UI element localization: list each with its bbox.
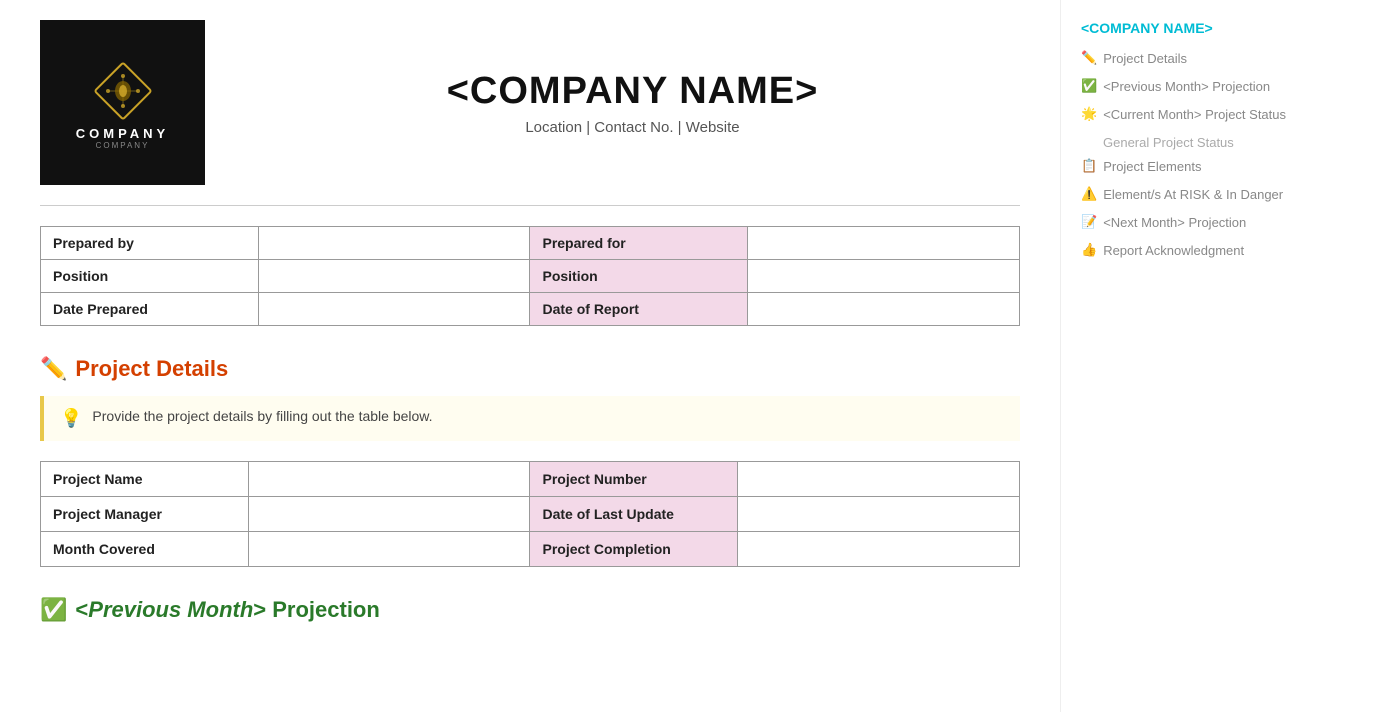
prepared-by-value[interactable] <box>258 227 530 260</box>
project-details-emoji: ✏️ <box>40 356 67 382</box>
sidebar-next-month-label: <Next Month> Projection <box>1103 214 1246 232</box>
project-number-value[interactable] <box>738 462 1020 497</box>
pencil-icon: ✏️ <box>1081 50 1097 66</box>
logo-icon <box>88 56 158 126</box>
date-of-report-value[interactable] <box>748 293 1020 326</box>
project-number-label: Project Number <box>530 462 738 497</box>
sidebar-general-status-label: General Project Status <box>1103 135 1234 150</box>
company-title-block: <COMPANY NAME> Location | Contact No. | … <box>245 70 1020 136</box>
thumbsup-icon: 👍 <box>1081 242 1097 258</box>
sidebar: <COMPANY NAME> ✏️ Project Details ✅ <Pre… <box>1060 0 1340 712</box>
project-details-heading: ✏️ Project Details <box>40 356 1020 382</box>
project-manager-value[interactable] <box>248 497 530 532</box>
date-last-update-value[interactable] <box>738 497 1020 532</box>
sidebar-at-risk-label: Element/s At RISK & In Danger <box>1103 186 1283 204</box>
prev-month-italic: Previous Month <box>88 597 253 622</box>
project-completion-label: Project Completion <box>530 532 738 567</box>
prepared-by-label: Prepared by <box>41 227 259 260</box>
project-completion-value[interactable] <box>738 532 1020 567</box>
prev-month-heading: ✅ <Previous Month> Projection <box>40 597 1020 623</box>
sidebar-item-next-month[interactable]: 📝 <Next Month> Projection <box>1081 214 1320 232</box>
sidebar-project-details-label: Project Details <box>1103 50 1187 68</box>
cover-table: Prepared by Prepared for Position Positi… <box>40 226 1020 326</box>
project-manager-label: Project Manager <box>41 497 249 532</box>
logo-box: COMPANY COMPANY <box>40 20 205 185</box>
sidebar-item-current-month[interactable]: 🌟 <Current Month> Project Status <box>1081 106 1320 124</box>
sidebar-item-prev-month[interactable]: ✅ <Previous Month> Projection <box>1081 78 1320 96</box>
prepared-for-value[interactable] <box>748 227 1020 260</box>
month-covered-value[interactable] <box>248 532 530 567</box>
position-label: Position <box>41 260 259 293</box>
sidebar-company-name[interactable]: <COMPANY NAME> <box>1081 20 1320 36</box>
company-info: Location | Contact No. | Website <box>245 119 1020 136</box>
month-covered-label: Month Covered <box>41 532 249 567</box>
sidebar-sub-general-status[interactable]: General Project Status <box>1103 135 1320 150</box>
table-row: Prepared by Prepared for <box>41 227 1020 260</box>
project-name-label: Project Name <box>41 462 249 497</box>
position-for-label: Position <box>530 260 748 293</box>
prev-month-emoji: ✅ <box>40 597 67 623</box>
table-row: Project Name Project Number <box>41 462 1020 497</box>
sidebar-item-acknowledgment[interactable]: 👍 Report Acknowledgment <box>1081 242 1320 260</box>
table-row: Month Covered Project Completion <box>41 532 1020 567</box>
date-last-update-label: Date of Last Update <box>530 497 738 532</box>
header: COMPANY COMPANY <COMPANY NAME> Location … <box>40 20 1020 185</box>
position-value[interactable] <box>258 260 530 293</box>
date-of-report-label: Date of Report <box>530 293 748 326</box>
table-row: Date Prepared Date of Report <box>41 293 1020 326</box>
date-prepared-label: Date Prepared <box>41 293 259 326</box>
project-name-value[interactable] <box>248 462 530 497</box>
sidebar-item-at-risk[interactable]: ⚠️ Element/s At RISK & In Danger <box>1081 186 1320 204</box>
prepared-for-label: Prepared for <box>530 227 748 260</box>
position-for-value[interactable] <box>748 260 1020 293</box>
header-divider <box>40 205 1020 206</box>
star-icon: 🌟 <box>1081 106 1097 122</box>
tip-box: 💡 Provide the project details by filling… <box>40 396 1020 441</box>
project-details-table: Project Name Project Number Project Mana… <box>40 461 1020 567</box>
tip-icon: 💡 <box>60 408 82 429</box>
company-name-heading: <COMPANY NAME> <box>245 70 1020 113</box>
tip-text: Provide the project details by filling o… <box>92 408 432 424</box>
sidebar-current-month-label: <Current Month> Project Status <box>1103 106 1286 124</box>
table-row: Position Position <box>41 260 1020 293</box>
sidebar-item-project-elements[interactable]: 📋 Project Elements <box>1081 158 1320 176</box>
prev-month-title: <Previous Month> Projection <box>75 597 379 623</box>
table-row: Project Manager Date of Last Update <box>41 497 1020 532</box>
clipboard-icon: 📋 <box>1081 158 1097 174</box>
sidebar-item-project-details[interactable]: ✏️ Project Details <box>1081 50 1320 68</box>
sidebar-project-elements-label: Project Elements <box>1103 158 1201 176</box>
warning-icon: ⚠️ <box>1081 186 1097 202</box>
project-details-title: Project Details <box>75 356 228 382</box>
sidebar-prev-month-label: <Previous Month> Projection <box>1103 78 1270 96</box>
sidebar-acknowledgment-label: Report Acknowledgment <box>1103 242 1244 260</box>
checkbox-icon: ✅ <box>1081 78 1097 94</box>
notepad-icon: 📝 <box>1081 214 1097 230</box>
logo-company-text: COMPANY <box>76 126 169 141</box>
main-content: COMPANY COMPANY <COMPANY NAME> Location … <box>0 0 1060 712</box>
date-prepared-value[interactable] <box>258 293 530 326</box>
logo-sub-text: COMPANY <box>96 141 150 150</box>
